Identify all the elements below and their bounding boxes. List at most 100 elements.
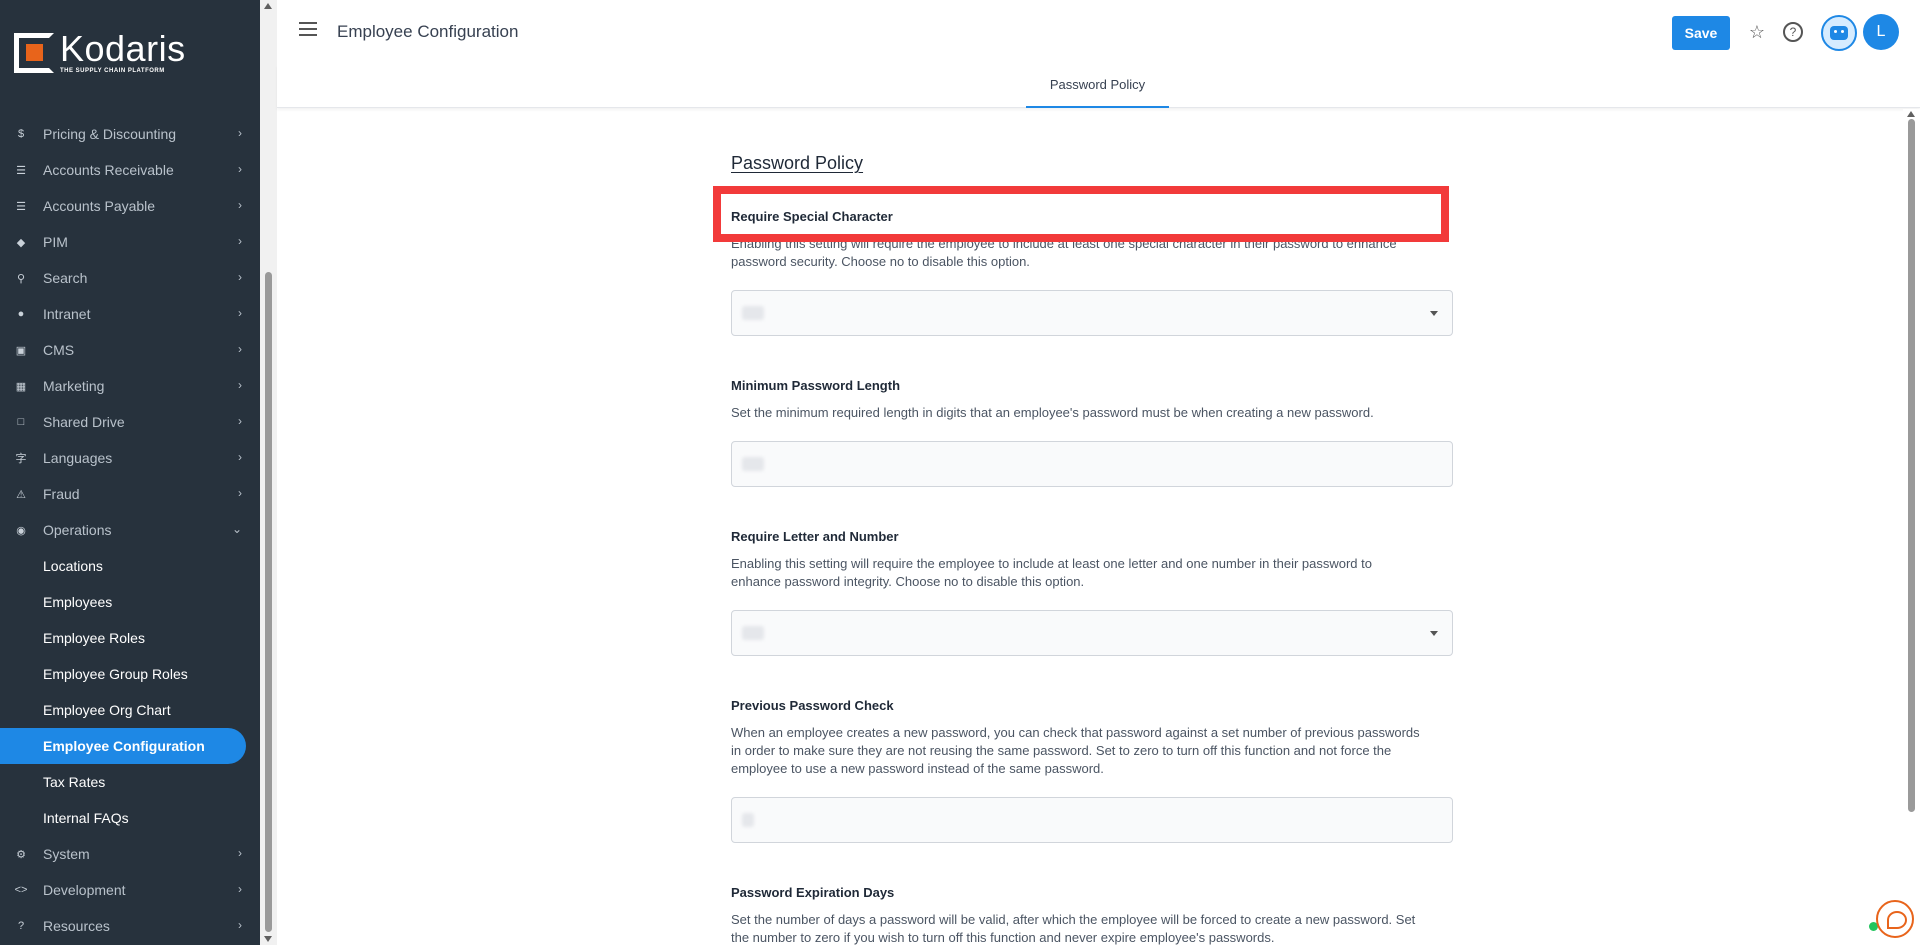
page-title: Employee Configuration <box>337 22 519 41</box>
contact-card-icon: ▦ <box>15 380 27 393</box>
caret-down-icon <box>1430 631 1438 636</box>
brand-tagline: THE SUPPLY CHAIN PLATFORM <box>60 67 165 74</box>
chevron-right-icon: › <box>238 162 242 176</box>
sidebar-item-development[interactable]: <> Development › <box>0 872 260 908</box>
sidebar-item-label: Languages <box>43 450 113 466</box>
sidebar-item-pim[interactable]: ◆ PIM › <box>0 224 260 260</box>
sidebar-item-accounts-payable[interactable]: ☰ Accounts Payable › <box>0 188 260 224</box>
chevron-right-icon: › <box>238 126 242 140</box>
code-icon: <> <box>14 884 28 896</box>
kodaris-logo-icon <box>14 32 54 73</box>
palette-icon: ◉ <box>16 524 26 537</box>
sidebar-item-shared-drive[interactable]: □ Shared Drive › <box>0 404 260 440</box>
sidebar-item-label: CMS <box>43 342 75 358</box>
scroll-down-arrow-icon[interactable] <box>264 936 272 942</box>
sidebar-item-label: Resources <box>43 918 110 934</box>
sidebar-item-operations[interactable]: ◉ Operations ⌄ <box>0 512 260 548</box>
chevron-right-icon: › <box>238 450 242 464</box>
minimum-password-length-input[interactable] <box>731 441 1453 487</box>
scroll-up-arrow-icon[interactable] <box>264 3 272 9</box>
sidebar-item-label: Fraud <box>43 486 80 502</box>
bank-icon: ☰ <box>16 164 26 177</box>
translate-icon: 字 <box>15 453 27 465</box>
brand-logo[interactable]: Kodaris THE SUPPLY CHAIN PLATFORM <box>0 0 260 105</box>
main-content: Password Policy Require Special Characte… <box>277 109 1903 945</box>
tab-bar: Password Policy <box>277 65 1920 108</box>
scrollbar-thumb[interactable] <box>265 272 272 932</box>
require-special-character-select[interactable] <box>731 290 1453 336</box>
select-value <box>742 626 764 640</box>
tab-password-policy[interactable]: Password Policy <box>1026 65 1169 108</box>
require-letter-and-number-select[interactable] <box>731 610 1453 656</box>
chevron-right-icon: › <box>238 198 242 212</box>
chevron-right-icon: › <box>238 918 242 932</box>
sidebar-item-label: Operations <box>43 522 112 538</box>
chevron-right-icon: › <box>238 378 242 392</box>
dollar-icon: $ <box>17 128 25 140</box>
sidebar-item-resources[interactable]: ? Resources › <box>0 908 260 944</box>
bank-icon: ☰ <box>16 200 26 213</box>
chevron-right-icon: › <box>238 234 242 248</box>
help-icon: ? <box>17 920 25 932</box>
sidebar-item-label: Search <box>43 270 88 286</box>
chevron-right-icon: › <box>238 270 242 284</box>
sidebar-item-cms[interactable]: ▣ CMS › <box>0 332 260 368</box>
chevron-right-icon: › <box>238 846 242 860</box>
field-desc-require-special-character: Enabling this setting will require the e… <box>731 236 1397 269</box>
sidebar-subitem-employees[interactable]: Employees <box>0 584 260 620</box>
avatar[interactable]: L <box>1863 14 1899 50</box>
save-button[interactable]: Save <box>1672 16 1730 50</box>
main-scrollbar[interactable] <box>1903 109 1920 945</box>
sidebar-item-search[interactable]: ⚲ Search › <box>0 260 260 296</box>
sidebar-nav: $ Pricing & Discounting › ☰ Accounts Rec… <box>0 116 260 944</box>
star-icon[interactable]: ☆ <box>1747 22 1767 42</box>
sidebar-item-label: Development <box>43 882 126 898</box>
sidebar-subitem-employee-org-chart[interactable]: Employee Org Chart <box>0 692 260 728</box>
sidebar-item-label: Intranet <box>43 306 91 322</box>
chevron-right-icon: › <box>238 306 242 320</box>
sidebar-subitem-employee-group-roles[interactable]: Employee Group Roles <box>0 656 260 692</box>
globe-icon: ● <box>17 308 25 320</box>
sidebar-subitem-employee-roles[interactable]: Employee Roles <box>0 620 260 656</box>
sidebar-subitem-employee-configuration[interactable]: Employee Configuration <box>0 728 246 764</box>
help-icon[interactable]: ? <box>1783 22 1803 42</box>
sidebar-scrollbar[interactable] <box>260 0 277 945</box>
chevron-right-icon: › <box>238 342 242 356</box>
input-value <box>742 813 754 827</box>
input-value <box>742 457 764 471</box>
scroll-up-arrow-icon[interactable] <box>1907 111 1915 117</box>
select-value <box>742 306 764 320</box>
sidebar-item-fraud[interactable]: ⚠ Fraud › <box>0 476 260 512</box>
sidebar-subitem-internal-faqs[interactable]: Internal FAQs <box>0 800 260 836</box>
chat-support-icon[interactable] <box>1876 900 1914 938</box>
alert-icon: ⚠ <box>16 488 26 501</box>
web-icon: ▣ <box>15 344 27 357</box>
scrollbar-thumb[interactable] <box>1908 119 1915 812</box>
field-label-password-expiration-days: Password Expiration Days <box>731 885 895 900</box>
sidebar-item-pricing-discounting[interactable]: $ Pricing & Discounting › <box>0 116 260 152</box>
previous-password-check-input[interactable] <box>731 797 1453 843</box>
sidebar-item-system[interactable]: ⚙ System › <box>0 836 260 872</box>
sidebar-subitem-locations[interactable]: Locations <box>0 548 260 584</box>
field-label-minimum-password-length: Minimum Password Length <box>731 378 901 393</box>
section-title: Password Policy <box>731 153 864 173</box>
sidebar-item-label: Shared Drive <box>43 414 125 430</box>
sidebar-item-marketing[interactable]: ▦ Marketing › <box>0 368 260 404</box>
caret-down-icon <box>1430 311 1438 316</box>
sidebar-item-intranet[interactable]: ● Intranet › <box>0 296 260 332</box>
sidebar-item-label: Accounts Payable <box>43 198 156 214</box>
chevron-down-icon: ⌄ <box>231 522 242 536</box>
chevron-right-icon: › <box>238 486 242 500</box>
field-desc-minimum-password-length: Set the minimum required length in digit… <box>731 405 1374 420</box>
sidebar-item-label: Pricing & Discounting <box>43 126 177 142</box>
sidebar-item-accounts-receivable[interactable]: ☰ Accounts Receivable › <box>0 152 260 188</box>
assistant-bot-button[interactable] <box>1821 15 1857 51</box>
field-label-require-letter-and-number: Require Letter and Number <box>731 529 899 544</box>
sidebar-item-languages[interactable]: 字 Languages › <box>0 440 260 476</box>
chevron-right-icon: › <box>238 882 242 896</box>
gear-icon: ⚙ <box>16 848 26 861</box>
hamburger-menu-icon[interactable] <box>299 22 317 36</box>
sidebar-subitem-tax-rates[interactable]: Tax Rates <box>0 764 260 800</box>
brand-name: Kodaris <box>60 27 186 69</box>
field-desc-password-expiration-days: Set the number of days a password will b… <box>731 912 1416 945</box>
